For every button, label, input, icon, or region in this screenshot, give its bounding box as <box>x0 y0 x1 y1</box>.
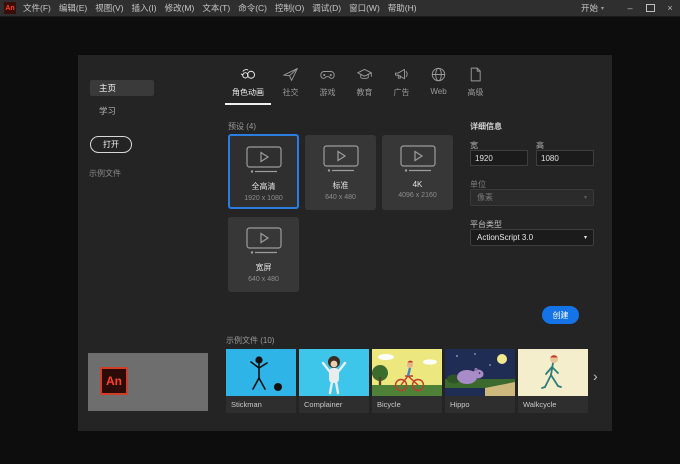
graduation-cap-icon <box>357 68 372 79</box>
next-samples-chevron-icon[interactable]: › <box>593 368 598 384</box>
menu-item-window[interactable]: 窗口(W) <box>349 2 380 14</box>
menu-item-control[interactable]: 控制(O) <box>275 2 304 14</box>
preset-card-4k[interactable]: 4K 4096 x 2160 <box>382 135 453 210</box>
restore-icon <box>645 4 655 12</box>
close-button[interactable]: × <box>660 0 680 16</box>
preset-size: 4096 x 2160 <box>398 192 437 199</box>
animate-app-icon: An <box>4 2 16 14</box>
video-preset-icon <box>245 227 282 254</box>
tab-label: 游戏 <box>319 88 336 97</box>
game-controller-icon <box>320 71 335 79</box>
tab-label: 高级 <box>467 88 484 97</box>
preset-name: 4K <box>412 180 423 189</box>
bicycle-thumbnail <box>372 349 442 396</box>
sample-card-stickman[interactable]: Stickman <box>226 349 296 413</box>
chevron-down-icon: ▾ <box>583 235 587 241</box>
preset-name: 全高清 <box>251 182 276 191</box>
tab-selected-underline <box>225 103 271 105</box>
tab-web[interactable]: Web <box>420 66 457 105</box>
details-title: 详细信息 <box>470 122 502 131</box>
preset-size: 640 x 480 <box>248 276 279 283</box>
units-dropdown[interactable]: 像素 ▾ <box>470 189 594 206</box>
sample-card-walkcycle[interactable]: Walkcycle <box>518 349 588 413</box>
sample-name: Stickman <box>231 400 262 409</box>
tab-label: 教育 <box>356 88 373 97</box>
samples-header: 示例文件 (10) <box>226 336 275 345</box>
sample-name: Complainer <box>304 400 343 409</box>
sample-name: Hippo <box>450 400 470 409</box>
open-button[interactable]: 打开 <box>90 136 132 153</box>
sample-card-complainer[interactable]: Complainer <box>299 349 369 413</box>
character-animation-icon <box>240 69 255 79</box>
preset-card-widescreen[interactable]: 宽屏 640 x 480 <box>228 217 299 292</box>
tab-label: 广告 <box>393 88 410 97</box>
video-preset-icon <box>322 145 359 172</box>
tab-games[interactable]: 游戏 <box>309 66 346 105</box>
preset-card-standard[interactable]: 标准 640 x 480 <box>305 135 376 210</box>
sidebar-samples-label[interactable]: 示例文件 <box>89 168 121 179</box>
document-icon <box>470 67 481 82</box>
width-field[interactable] <box>470 150 528 166</box>
tab-advanced[interactable]: 高级 <box>457 66 494 105</box>
megaphone-icon <box>395 68 408 80</box>
menu-item-view[interactable]: 视图(V) <box>95 2 123 14</box>
tab-education[interactable]: 教育 <box>346 66 383 105</box>
animate-promo-banner[interactable]: An <box>88 353 208 411</box>
title-bar: An 文件(F) 编辑(E) 视图(V) 插入(I) 修改(M) 文本(T) 命… <box>0 0 680 17</box>
sidebar-item-learn[interactable]: 学习 <box>99 105 116 117</box>
menu-item-help[interactable]: 帮助(H) <box>388 2 417 14</box>
complainer-thumbnail <box>299 349 369 396</box>
sample-card-hippo[interactable]: Hippo <box>445 349 515 413</box>
chevron-down-icon: ▾ <box>583 195 587 201</box>
preset-card-fullhd[interactable]: 全高清 1920 x 1080 <box>228 134 299 209</box>
menu-item-modify[interactable]: 修改(M) <box>165 2 195 14</box>
paper-plane-icon <box>283 68 298 81</box>
animate-logo-icon: An <box>100 367 128 395</box>
preset-name: 宽屏 <box>255 263 272 272</box>
video-preset-icon <box>245 146 282 173</box>
video-preset-icon <box>399 145 436 172</box>
minimize-button[interactable]: – <box>620 0 640 16</box>
category-tabs: 角色动画 社交 游戏 教育 广告 Web 高级 <box>224 66 494 105</box>
menu-item-text[interactable]: 文本(T) <box>202 2 230 14</box>
menu-item-file[interactable]: 文件(F) <box>23 2 51 14</box>
tab-ads[interactable]: 广告 <box>383 66 420 105</box>
restore-button[interactable] <box>640 0 660 17</box>
home-screen-panel: 主页 学习 打开 示例文件 An 角色动画 社交 游戏 教育 广告 Web 高级… <box>78 55 612 431</box>
sample-name: Bicycle <box>377 400 401 409</box>
tab-social[interactable]: 社交 <box>272 66 309 105</box>
height-field[interactable] <box>536 150 594 166</box>
globe-icon <box>431 67 446 82</box>
tab-label: 角色动画 <box>232 88 264 97</box>
platform-dropdown[interactable]: ActionScript 3.0 ▾ <box>470 229 594 246</box>
presets-header: 预设 (4) <box>228 122 256 131</box>
menu-item-commands[interactable]: 命令(C) <box>238 2 267 14</box>
stickman-thumbnail <box>226 349 296 396</box>
preset-name: 标准 <box>332 181 349 190</box>
hippo-thumbnail <box>445 349 515 396</box>
preset-size: 640 x 480 <box>325 194 356 201</box>
preset-size: 1920 x 1080 <box>244 195 283 202</box>
units-value: 像素 <box>477 193 493 202</box>
menu-item-edit[interactable]: 编辑(E) <box>59 2 87 14</box>
chevron-down-icon: ▾ <box>600 5 604 12</box>
tab-character-animation[interactable]: 角色动画 <box>224 66 272 105</box>
tab-label: 社交 <box>282 88 299 97</box>
sample-card-bicycle[interactable]: Bicycle <box>372 349 442 413</box>
walkcycle-thumbnail <box>518 349 588 396</box>
menu-item-debug[interactable]: 调试(D) <box>312 2 341 14</box>
platform-value: ActionScript 3.0 <box>477 233 534 242</box>
create-button[interactable]: 创建 <box>542 306 579 324</box>
menu-item-insert[interactable]: 插入(I) <box>132 2 157 14</box>
sample-name: Walkcycle <box>523 400 557 409</box>
sidebar-item-home[interactable]: 主页 <box>90 80 154 96</box>
tab-label: Web <box>430 87 447 96</box>
workspace-switcher[interactable]: 开始 <box>581 2 598 14</box>
